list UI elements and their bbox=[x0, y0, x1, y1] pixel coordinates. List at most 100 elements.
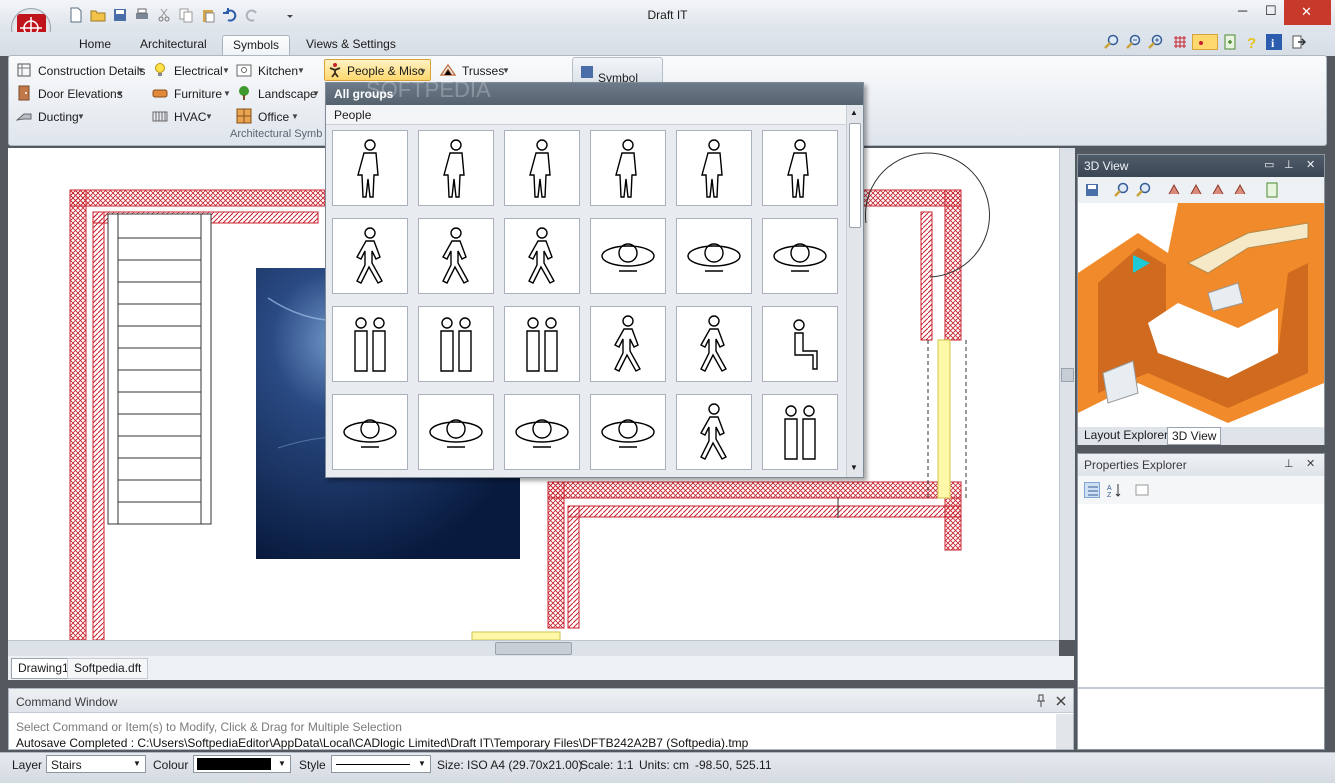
chevron-down-icon: ▼ bbox=[312, 89, 320, 98]
scroll-thumb[interactable] bbox=[1061, 368, 1074, 382]
landscape-button[interactable]: Landscape ▼ bbox=[236, 84, 321, 104]
close-button[interactable]: ✕ bbox=[1284, 0, 1331, 25]
pin-icon[interactable]: ⊥ bbox=[1284, 457, 1294, 470]
rotate-right-icon[interactable] bbox=[1188, 182, 1204, 198]
symbol-thumbnail-person-top-small[interactable] bbox=[332, 394, 408, 470]
categorized-icon[interactable] bbox=[1084, 482, 1100, 498]
symbol-thumbnail-group-working[interactable] bbox=[590, 394, 666, 470]
exit-icon[interactable] bbox=[1290, 34, 1306, 50]
kitchen-button[interactable]: Kitchen ▼ bbox=[236, 61, 311, 81]
symbol-thumbnail-person-top-large[interactable] bbox=[504, 394, 580, 470]
open-folder-icon[interactable] bbox=[90, 7, 106, 23]
tab-layout-explorer[interactable]: Layout Explorer bbox=[1080, 427, 1172, 445]
symbol-thumbnail-person-vacuuming[interactable] bbox=[676, 306, 752, 382]
symbol-thumbnail-person-standing-briefcase[interactable] bbox=[676, 130, 752, 206]
hvac-button[interactable]: HVAC ▼ bbox=[152, 107, 222, 127]
redo-icon[interactable] bbox=[244, 7, 260, 23]
symbol-thumbnail-person-walking-2[interactable] bbox=[504, 218, 580, 294]
style-select[interactable]: ▼ bbox=[331, 755, 431, 773]
horizontal-scrollbar[interactable] bbox=[8, 640, 1059, 656]
tab-views-settings[interactable]: Views & Settings bbox=[296, 35, 406, 56]
snap-toggle-icon[interactable] bbox=[1192, 34, 1218, 50]
copy-icon[interactable] bbox=[178, 7, 194, 23]
pin-icon[interactable]: ⊥ bbox=[1284, 158, 1294, 171]
print-icon[interactable] bbox=[134, 7, 150, 23]
scroll-thumb[interactable] bbox=[495, 642, 572, 655]
close-icon[interactable]: ✕ bbox=[1306, 158, 1315, 171]
symbol-button[interactable]: Symbol bbox=[572, 57, 663, 85]
symbol-thumbnail-person-standing-front[interactable] bbox=[590, 130, 666, 206]
customize-toolbar-icon[interactable] bbox=[282, 7, 293, 23]
zoom-in-icon[interactable] bbox=[1148, 34, 1164, 50]
person-top-standing-icon bbox=[773, 243, 827, 272]
tilt-up-icon[interactable] bbox=[1210, 182, 1226, 198]
symbol-thumbnail-person-top-standing[interactable] bbox=[762, 218, 838, 294]
paste-icon[interactable] bbox=[200, 7, 216, 23]
gallery-scrollbar[interactable]: ▲ ▼ bbox=[846, 105, 863, 477]
symbol-thumbnail-person-standing-back[interactable] bbox=[762, 130, 838, 206]
symbol-thumbnail-person-top-lying[interactable] bbox=[590, 218, 666, 294]
save-icon[interactable] bbox=[1084, 182, 1100, 198]
zoom-in-icon[interactable] bbox=[1114, 182, 1130, 198]
command-scrollbar[interactable] bbox=[1056, 714, 1073, 749]
chevron-up-icon[interactable]: ▲ bbox=[850, 108, 858, 117]
export-icon[interactable] bbox=[1222, 34, 1238, 50]
symbol-thumbnail-woman-pointing[interactable] bbox=[590, 306, 666, 382]
tab-home[interactable]: Home bbox=[69, 35, 121, 56]
zoom-window-icon[interactable] bbox=[1104, 34, 1120, 50]
vertical-scrollbar[interactable] bbox=[1059, 148, 1075, 640]
undo-icon[interactable] bbox=[222, 7, 238, 23]
pin-icon[interactable] bbox=[1033, 693, 1049, 709]
help-icon[interactable]: ? bbox=[1244, 34, 1260, 50]
command-output: Autosave Completed : C:\Users\SoftpediaE… bbox=[16, 736, 749, 750]
tab-symbols[interactable]: Symbols bbox=[222, 35, 291, 56]
info-icon[interactable]: i bbox=[1266, 34, 1282, 50]
tab-3d-view[interactable]: 3D View bbox=[1167, 427, 1222, 445]
symbol-thumbnail-person-top-table[interactable] bbox=[418, 394, 494, 470]
construction-details-button[interactable]: Construction Details ▼ bbox=[16, 61, 146, 81]
grid-icon[interactable] bbox=[1172, 34, 1188, 50]
layer-select[interactable]: Stairs ▼ bbox=[46, 755, 146, 773]
symbol-thumbnail-person-standing-hands-hips[interactable] bbox=[504, 130, 580, 206]
office-button[interactable]: Office ▼ bbox=[236, 107, 306, 127]
zoom-out-icon[interactable] bbox=[1126, 34, 1142, 50]
furniture-button[interactable]: Furniture ▼ bbox=[152, 84, 232, 104]
tab-architectural[interactable]: Architectural bbox=[130, 35, 217, 56]
symbol-thumbnail-couple-standing[interactable] bbox=[332, 306, 408, 382]
tilt-down-icon[interactable] bbox=[1232, 182, 1248, 198]
symbol-thumbnail-businessmen-handshake[interactable] bbox=[418, 306, 494, 382]
sort-alphabetical-icon[interactable]: AZ bbox=[1106, 482, 1122, 498]
symbol-thumbnail-person-standing-coat[interactable] bbox=[332, 130, 408, 206]
new-file-icon[interactable] bbox=[68, 7, 84, 23]
symbol-thumbnail-person-top-desk[interactable] bbox=[676, 218, 752, 294]
electrical-button[interactable]: Electrical ▼ bbox=[152, 61, 232, 81]
symbol-thumbnail-person-sitting[interactable] bbox=[762, 306, 838, 382]
rotate-left-icon[interactable] bbox=[1166, 182, 1182, 198]
scroll-thumb[interactable] bbox=[849, 123, 861, 228]
3d-house-model bbox=[1078, 203, 1324, 423]
doc-tab-drawing1[interactable]: Drawing1 bbox=[11, 658, 76, 679]
3d-model-viewport[interactable] bbox=[1078, 203, 1324, 427]
ducting-button[interactable]: Ducting ▼ bbox=[16, 107, 96, 127]
zoom-out-icon[interactable] bbox=[1136, 182, 1152, 198]
door-elevations-button[interactable]: Door Elevations ▼ bbox=[16, 84, 136, 104]
cut-icon[interactable] bbox=[156, 7, 172, 23]
close-icon[interactable]: ✕ bbox=[1306, 457, 1315, 470]
symbol-thumbnail-person-standing-suit[interactable] bbox=[418, 130, 494, 206]
save-icon[interactable] bbox=[112, 7, 128, 23]
restore-icon[interactable]: ▭ bbox=[1264, 158, 1274, 171]
maximize-button[interactable]: ☐ bbox=[1256, 0, 1284, 25]
refresh-icon[interactable] bbox=[1264, 182, 1280, 198]
close-icon[interactable] bbox=[1053, 693, 1069, 709]
couple-walking-icon bbox=[784, 405, 816, 460]
symbol-thumbnail-couple-dancing[interactable] bbox=[504, 306, 580, 382]
symbol-thumbnail-couple-walking[interactable] bbox=[762, 394, 838, 470]
doc-tab-softpedia[interactable]: Softpedia.dft bbox=[67, 658, 149, 679]
property-pages-icon[interactable] bbox=[1134, 482, 1150, 498]
symbol-thumbnail-person-kneeling[interactable] bbox=[676, 394, 752, 470]
minimize-button[interactable]: ─ bbox=[1229, 0, 1256, 25]
colour-select[interactable]: ▼ bbox=[193, 755, 291, 773]
symbol-thumbnail-person-walking-1[interactable] bbox=[332, 218, 408, 294]
chevron-down-icon[interactable]: ▼ bbox=[850, 463, 858, 472]
symbol-thumbnail-person-leaning[interactable] bbox=[418, 218, 494, 294]
